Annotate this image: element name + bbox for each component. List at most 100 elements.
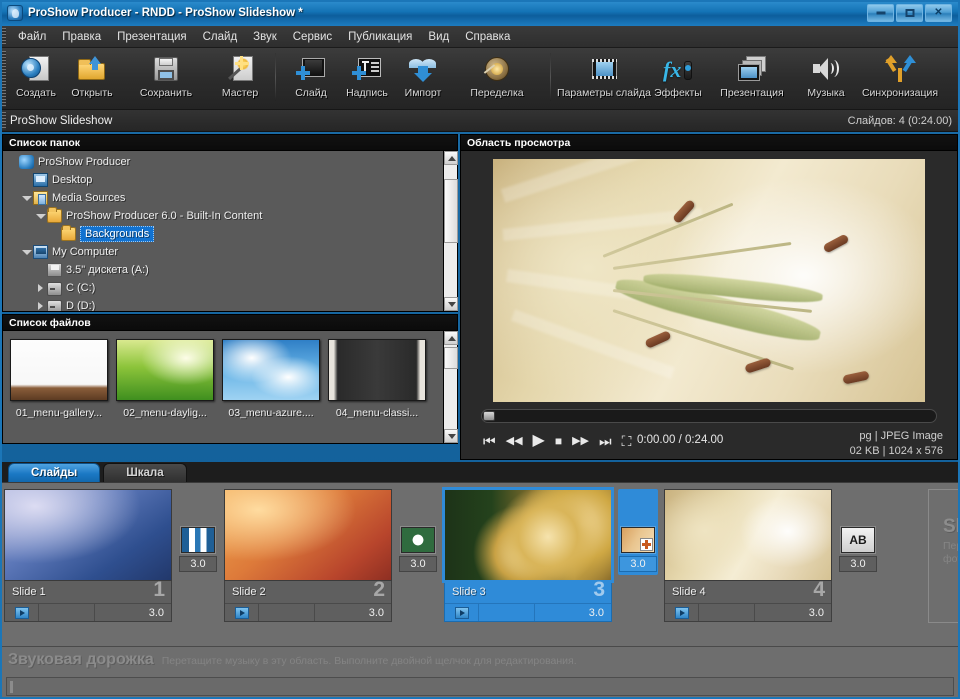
toolbar-button-cut-off-button[interactable]: ДД: [946, 48, 960, 108]
slide-item[interactable]: Slide 4 4 3.0: [664, 489, 832, 622]
scroll-down-arrow[interactable]: [444, 429, 458, 443]
slide-play-cell[interactable]: [665, 604, 699, 621]
slide-play-icon[interactable]: [234, 606, 249, 619]
transition-item[interactable]: 3.0: [398, 489, 438, 572]
tree-item[interactable]: My Computer: [3, 243, 443, 261]
minimize-button[interactable]: [867, 4, 894, 22]
folder-tree[interactable]: ProShow Producer Desktop Media Sources ProS…: [3, 151, 443, 311]
slide-duration[interactable]: 3.0: [755, 604, 831, 621]
menu-item-1[interactable]: Правка: [54, 28, 109, 46]
toolbar-button-show-options[interactable]: Презентация: [706, 48, 798, 108]
transition-duration[interactable]: 3.0: [399, 556, 437, 572]
tree-expander-icon[interactable]: [21, 193, 32, 204]
menu-item-8[interactable]: Справка: [457, 28, 518, 46]
toolbar-grip[interactable]: [2, 51, 6, 107]
slide-duration[interactable]: 3.0: [315, 604, 391, 621]
transition-duration[interactable]: 3.0: [839, 556, 877, 572]
menu-item-4[interactable]: Звук: [245, 28, 285, 46]
transition-item[interactable]: 3.0: [618, 489, 658, 575]
scroll-thumb[interactable]: [444, 179, 458, 243]
skip-forward-button[interactable]: ⏭: [599, 434, 612, 448]
tree-expander-icon[interactable]: [35, 211, 46, 222]
slide-play-icon[interactable]: [674, 606, 689, 619]
menu-item-7[interactable]: Вид: [420, 28, 457, 46]
toolbar-button-slide-options[interactable]: Параметры слайда: [557, 48, 651, 108]
scroll-up-arrow[interactable]: [444, 151, 458, 165]
menu-item-5[interactable]: Сервис: [285, 28, 340, 46]
ab-transition-icon[interactable]: AB: [841, 527, 875, 553]
file-item[interactable]: 01_menu-gallery...: [9, 339, 109, 443]
preview-scrubber[interactable]: [481, 409, 937, 423]
file-item[interactable]: 04_menu-classi...: [327, 339, 427, 443]
menu-item-0[interactable]: Файл: [10, 28, 54, 46]
transition-duration[interactable]: 3.0: [179, 556, 217, 572]
toolbar-button-remix[interactable]: Переделка: [451, 48, 543, 108]
folder-tree-scrollbar[interactable]: [443, 151, 458, 311]
stop-button[interactable]: ■: [555, 435, 562, 447]
toolbar-button-open-folder[interactable]: Открыть: [64, 48, 120, 108]
maximize-button[interactable]: [896, 4, 923, 22]
slide-caption-cell[interactable]: [259, 604, 315, 621]
tab-slides[interactable]: Слайды: [8, 463, 101, 482]
skip-back-button[interactable]: ⏮: [483, 434, 496, 448]
toolbar-button-effects-fx[interactable]: fx Эффекты: [650, 48, 706, 108]
slide-thumbnail[interactable]: [664, 489, 832, 581]
tree-item[interactable]: Media Sources: [3, 189, 443, 207]
toolbar-button-wizard-wand[interactable]: Мастер: [212, 48, 268, 108]
slide-thumbnail[interactable]: [224, 489, 392, 581]
menu-grip[interactable]: [2, 28, 6, 46]
slide-play-cell[interactable]: [445, 604, 479, 621]
slide-item[interactable]: Slide 2 2 3.0: [224, 489, 392, 622]
slide-item[interactable]: Slide 1 1 3.0: [4, 489, 172, 622]
slide-play-icon[interactable]: [14, 606, 29, 619]
file-thumbnail[interactable]: [10, 339, 108, 401]
tree-item[interactable]: 3.5" дискета (A:): [3, 261, 443, 279]
toolbar-button-music-speaker[interactable]: Музыка: [798, 48, 854, 108]
fast-forward-button[interactable]: ▶▶: [572, 435, 589, 447]
toolbar-button-import[interactable]: Импорт: [395, 48, 451, 108]
soundtrack-panel[interactable]: Звуковая дорожка Перетащите музыку в эту…: [0, 646, 960, 699]
file-item[interactable]: 02_menu-daylig...: [115, 339, 215, 443]
docbar-grip[interactable]: [2, 112, 6, 130]
slide-caption-cell[interactable]: [699, 604, 755, 621]
menu-item-6[interactable]: Публикация: [340, 28, 420, 46]
slide-drop-zone[interactable]: Slides Перетащите сю фотографию ил: [928, 489, 960, 623]
transition-item[interactable]: 3.0: [178, 489, 218, 572]
toolbar-button-new-document[interactable]: Создать: [8, 48, 64, 108]
tree-item[interactable]: Desktop: [3, 171, 443, 189]
slide-play-cell[interactable]: [225, 604, 259, 621]
menu-item-3[interactable]: Слайд: [195, 28, 246, 46]
blinds-transition-icon[interactable]: [181, 527, 215, 553]
slide-duration[interactable]: 3.0: [535, 604, 611, 621]
cross-fade-transition-icon[interactable]: [621, 527, 655, 553]
file-item[interactable]: 03_menu-azure....: [221, 339, 321, 443]
tree-item[interactable]: ProShow Producer: [3, 153, 443, 171]
transition-item[interactable]: AB 3.0: [838, 489, 878, 572]
slide-duration[interactable]: 3.0: [95, 604, 171, 621]
slide-caption-cell[interactable]: [39, 604, 95, 621]
circle-wipe-transition-icon[interactable]: [401, 527, 435, 553]
slide-thumbnail[interactable]: [444, 489, 612, 581]
tree-expander-icon[interactable]: [35, 301, 46, 312]
toolbar-button-add-caption[interactable]: Надпись: [339, 48, 395, 108]
menu-item-2[interactable]: Презентация: [109, 28, 194, 46]
close-button[interactable]: ✕: [925, 4, 952, 22]
tree-item[interactable]: C (C:): [3, 279, 443, 297]
tree-item[interactable]: Backgrounds: [3, 225, 443, 243]
slide-play-cell[interactable]: [5, 604, 39, 621]
tree-expander-icon[interactable]: [35, 283, 46, 294]
toolbar-button-save-floppy[interactable]: Сохранить: [120, 48, 212, 108]
file-thumbnail[interactable]: [328, 339, 426, 401]
scroll-thumb[interactable]: [444, 347, 458, 369]
tree-item[interactable]: D (D:): [3, 297, 443, 311]
file-grid[interactable]: 01_menu-gallery... 02_menu-daylig... 03_me…: [3, 331, 443, 443]
toolbar-button-sync-branch[interactable]: Синхронизация: [854, 48, 946, 108]
slide-play-icon[interactable]: [454, 606, 469, 619]
file-thumbnail[interactable]: [222, 339, 320, 401]
file-thumbnail[interactable]: [116, 339, 214, 401]
toolbar-button-add-slide[interactable]: Слайд: [283, 48, 339, 108]
slide-thumbnail[interactable]: [4, 489, 172, 581]
transition-duration[interactable]: 3.0: [619, 556, 657, 572]
tree-expander-icon[interactable]: [21, 247, 32, 258]
slide-caption-cell[interactable]: [479, 604, 535, 621]
